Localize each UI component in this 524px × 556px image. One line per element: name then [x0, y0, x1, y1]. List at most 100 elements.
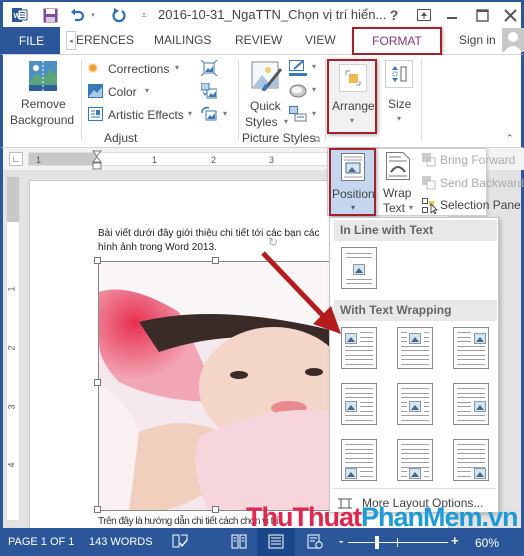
- word-count[interactable]: 143 WORDS: [89, 536, 153, 548]
- picture-border-icon[interactable]: [289, 60, 307, 81]
- redo-icon[interactable]: [110, 6, 128, 24]
- position-label: Position: [332, 187, 375, 201]
- reset-picture-dropdown-icon[interactable]: ▾: [223, 109, 227, 118]
- reset-picture-icon[interactable]: [201, 106, 217, 127]
- document-title: 2016-10-31_NgaTTN_Chọn vị trí hiển...: [158, 7, 387, 22]
- help-icon[interactable]: ?: [387, 6, 401, 24]
- resize-handle[interactable]: [212, 257, 219, 264]
- rotate-handle-icon[interactable]: ↻: [268, 235, 278, 249]
- resize-handle[interactable]: [94, 506, 101, 513]
- text-line: [345, 462, 373, 463]
- ruler-tick: 3: [6, 404, 17, 410]
- zoom-slider-thumb[interactable]: [375, 536, 379, 549]
- compress-pictures-icon[interactable]: [200, 59, 218, 81]
- dialog-launcher-icon[interactable]: ⧉: [314, 134, 320, 145]
- position-option-middle-right[interactable]: [453, 383, 489, 425]
- ruler-tick: 1: [6, 286, 17, 292]
- send-backward-button[interactable]: Send Backward: [422, 175, 524, 193]
- maximize-icon[interactable]: [473, 6, 491, 24]
- position-option-bottom-left[interactable]: [341, 439, 377, 481]
- zoom-out-button[interactable]: -: [339, 533, 343, 548]
- color-icon: [88, 84, 103, 103]
- text-line: [457, 475, 471, 477]
- picture-effects-icon[interactable]: [289, 83, 307, 104]
- save-icon[interactable]: [41, 6, 59, 24]
- picture-layout-dropdown-icon[interactable]: ▾: [312, 109, 316, 118]
- minimize-icon[interactable]: [443, 6, 461, 24]
- text-line: [401, 410, 407, 412]
- resize-handle[interactable]: [94, 379, 101, 386]
- position-option-middle-left[interactable]: [341, 383, 377, 425]
- artistic-effects-button[interactable]: Artistic Effects ▾: [87, 106, 197, 124]
- corrections-button[interactable]: ✹ Corrections ▾: [87, 60, 187, 78]
- zoom-level[interactable]: 60%: [475, 536, 499, 550]
- undo-dropdown-icon[interactable]: ▾: [89, 6, 97, 24]
- text-line: [360, 475, 373, 477]
- zoom-in-button[interactable]: +: [451, 533, 459, 548]
- collapse-ribbon-icon[interactable]: ⌃: [506, 133, 514, 144]
- tab-selector[interactable]: ∟: [9, 152, 23, 166]
- resize-handle[interactable]: [212, 506, 219, 513]
- bring-forward-button[interactable]: Bring Forward: [422, 152, 522, 170]
- text-line: [401, 392, 429, 394]
- tab-scroll-left-button[interactable]: ◂: [66, 31, 76, 50]
- text-line: [424, 401, 429, 403]
- text-line: [360, 471, 373, 472]
- read-mode-icon[interactable]: [231, 534, 247, 552]
- text-line: [401, 475, 407, 477]
- picture-icon: [474, 333, 486, 344]
- indent-marker[interactable]: [91, 150, 103, 170]
- position-option-middle-center[interactable]: [397, 383, 433, 425]
- tab-mailings[interactable]: MAILINGS: [154, 33, 211, 47]
- position-option-bottom-right[interactable]: [453, 439, 489, 481]
- picture-effects-dropdown-icon[interactable]: ▾: [312, 85, 316, 94]
- quick-styles-icon: [251, 61, 283, 96]
- tab-file[interactable]: FILE: [3, 27, 60, 54]
- tab-references[interactable]: ERENCES: [76, 33, 134, 47]
- ruler-tick: 2: [6, 345, 17, 351]
- text-line: [345, 363, 373, 365]
- print-layout-button[interactable]: [257, 528, 295, 556]
- avatar[interactable]: [502, 28, 524, 52]
- web-layout-icon[interactable]: [307, 534, 323, 552]
- position-option-top-right[interactable]: [453, 327, 489, 369]
- arrange-button[interactable]: Arrange ▾: [327, 59, 377, 134]
- separator: [325, 59, 326, 141]
- word-icon[interactable]: W: [11, 6, 29, 24]
- quick-styles-button[interactable]: Quick Styles ▾: [243, 59, 289, 129]
- text-line: [345, 354, 373, 356]
- picture-layout-icon[interactable]: [289, 106, 307, 127]
- picture-border-dropdown-icon[interactable]: ▾: [312, 62, 316, 71]
- sign-in-link[interactable]: Sign in: [459, 33, 496, 47]
- ribbon-display-options-icon[interactable]: [415, 6, 433, 24]
- position-button[interactable]: Position ▾: [329, 148, 376, 216]
- vertical-ruler[interactable]: 1 2 3 4: [6, 176, 20, 521]
- size-button[interactable]: Size ▾: [381, 59, 419, 129]
- page-count[interactable]: PAGE 1 OF 1: [8, 536, 74, 548]
- chevron-down-icon: ▾: [145, 86, 150, 95]
- text-line: [424, 336, 429, 338]
- chevron-down-icon: ▾: [351, 203, 356, 212]
- position-option-top-center[interactable]: [397, 327, 433, 369]
- selection-pane-button[interactable]: Selection Pane: [422, 197, 522, 215]
- wrap-text-button[interactable]: Wrap Text ▾: [380, 149, 420, 215]
- separator: [238, 59, 239, 141]
- tab-review[interactable]: REVIEW: [235, 33, 282, 47]
- tab-format[interactable]: FORMAT: [352, 27, 442, 55]
- change-picture-icon[interactable]: [200, 82, 218, 104]
- horizontal-ruler[interactable]: 1 1 2 3: [28, 150, 328, 170]
- color-button[interactable]: Color ▾: [87, 83, 167, 101]
- tab-view[interactable]: VIEW: [305, 33, 336, 47]
- remove-background-button[interactable]: Remove Background: [7, 57, 79, 127]
- picture-icon: [345, 401, 357, 412]
- proofing-icon[interactable]: [172, 534, 188, 552]
- position-option-bottom-center[interactable]: [397, 439, 433, 481]
- undo-icon[interactable]: [69, 6, 87, 24]
- resize-handle[interactable]: [94, 257, 101, 264]
- chevron-down-icon: ▾: [188, 109, 193, 118]
- zoom-slider-track[interactable]: [348, 542, 448, 543]
- ruler-tick: 1: [152, 155, 158, 165]
- customize-qat-icon[interactable]: ⩡: [140, 6, 148, 24]
- text-line: [401, 462, 429, 463]
- close-icon[interactable]: [501, 6, 519, 24]
